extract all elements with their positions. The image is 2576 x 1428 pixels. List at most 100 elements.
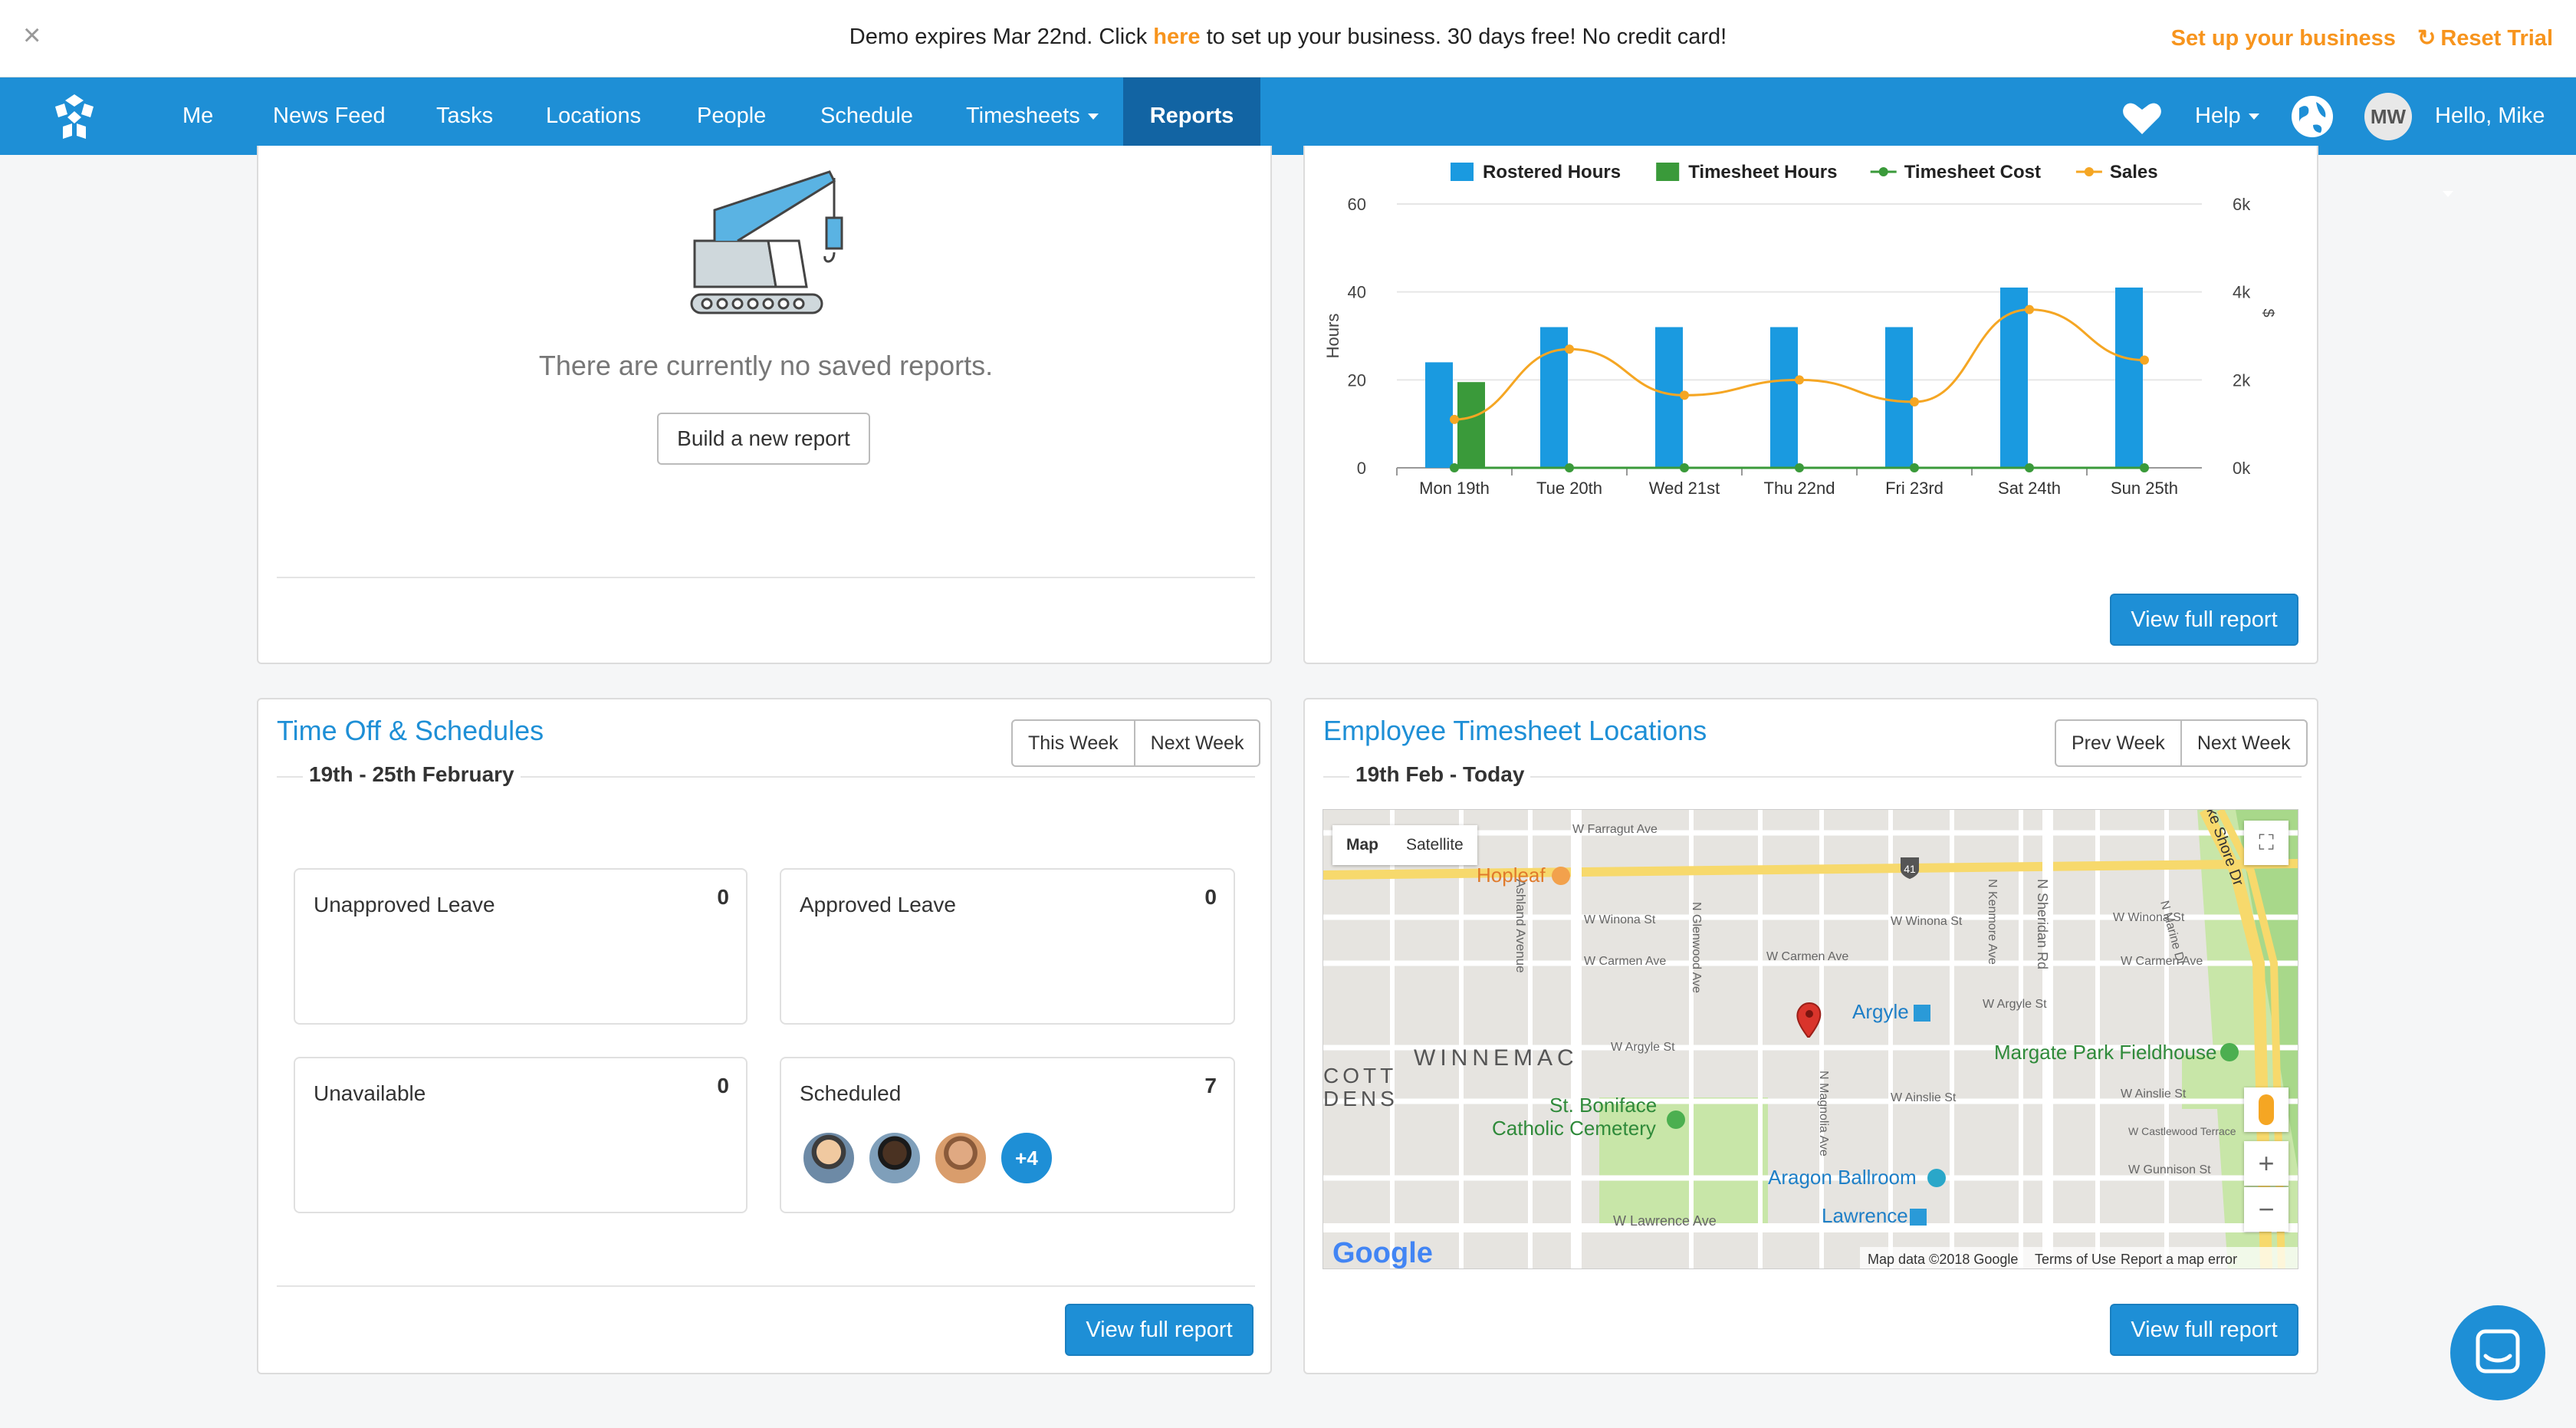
nav-news-feed[interactable]: News Feed: [251, 77, 407, 155]
employee-avatar[interactable]: [867, 1130, 922, 1186]
map-streets: W Farragut Ave W Winona St W Winona St W…: [1323, 810, 2298, 1268]
heart-icon[interactable]: [2122, 102, 2162, 136]
street-label: W Winona St: [1891, 915, 1963, 928]
x-tick-label: Mon 19th: [1419, 479, 1490, 498]
satellite-tab[interactable]: Satellite: [1392, 825, 1477, 865]
place-label: COTT: [1323, 1064, 1397, 1087]
map-tab[interactable]: Map: [1332, 825, 1392, 865]
place-label: WINNEMAC: [1414, 1045, 1579, 1071]
view-full-report-button[interactable]: View full report: [2110, 1304, 2298, 1356]
street-label: W Argyle St: [1611, 1041, 1675, 1054]
approved-leave-card[interactable]: Approved Leave 0: [780, 868, 1235, 1025]
legend-label: Sales: [2110, 162, 2158, 183]
point-sales: [1910, 397, 1919, 406]
y-tick-label: 60: [1348, 195, 1366, 214]
street-label: W Ainslie St: [1891, 1091, 1957, 1104]
date-range: 19th Feb - Today: [1349, 762, 1531, 787]
divider: [277, 577, 1255, 578]
saved-reports-panel: There are currently no saved reports. Bu…: [257, 146, 1272, 664]
x-tick-label: Wed 21st: [1649, 479, 1720, 498]
point-sales: [1795, 375, 1804, 385]
globe-icon[interactable]: [2290, 94, 2334, 139]
nav-locations[interactable]: Locations: [524, 77, 662, 155]
street-label: W Lawrence Ave: [1613, 1213, 1717, 1229]
employee-avatar[interactable]: [933, 1130, 988, 1186]
point-timesheet-cost: [2140, 463, 2149, 472]
more-employees-badge[interactable]: +4: [999, 1130, 1054, 1186]
unapproved-leave-card[interactable]: Unapproved Leave 0: [294, 868, 748, 1025]
app-logo-icon[interactable]: [49, 93, 100, 140]
zoom-in-button[interactable]: +: [2244, 1141, 2288, 1186]
bar-rostered-hours: [2000, 287, 2028, 468]
chat-launcher-button[interactable]: [2450, 1305, 2545, 1400]
y2-tick-label: 2k: [2233, 370, 2251, 390]
nav-help[interactable]: Help: [2174, 77, 2281, 155]
place-label: Margate Park Fieldhouse: [1994, 1041, 2216, 1064]
map-type-toggle: Map Satellite: [1332, 825, 1477, 865]
employee-avatar[interactable]: [801, 1130, 856, 1186]
point-timesheet-cost: [1565, 463, 1574, 472]
street-label: N Sheridan Rd: [2035, 879, 2050, 969]
here-link[interactable]: here: [1153, 25, 1200, 49]
point-timesheet-cost: [2025, 463, 2034, 472]
street-view-pegman-icon[interactable]: [2244, 1087, 2288, 1132]
street-label: N Glenwood Ave: [1690, 902, 1703, 993]
y-axis-label: Hours: [1323, 314, 1342, 359]
restaurant-pin-icon: [1552, 867, 1570, 885]
point-sales: [1680, 390, 1689, 400]
prev-week-button[interactable]: Prev Week: [2056, 721, 2180, 765]
view-full-report-button[interactable]: View full report: [1065, 1304, 1254, 1356]
street-label: W Argyle St: [1983, 998, 2047, 1011]
hours-chart: 0 20 40 60 0k 2k 4k 6k Hours $ Mon 19th Tue 20th Wed…: [1323, 162, 2276, 498]
nav-people[interactable]: People: [675, 77, 787, 155]
x-tick-label: Sat 24th: [1998, 479, 2061, 498]
nav-timesheets[interactable]: Timesheets: [945, 77, 1120, 155]
reset-trial-link[interactable]: ↻ Reset Trial: [2417, 26, 2553, 51]
y-tick-label: 0: [1357, 459, 1366, 478]
panel-title: Employee Timesheet Locations: [1323, 715, 1707, 746]
point-timesheet-cost: [1910, 463, 1919, 472]
view-full-report-button[interactable]: View full report: [2110, 594, 2298, 646]
x-tick-label: Tue 20th: [1536, 479, 1602, 498]
nav-tasks[interactable]: Tasks: [415, 77, 514, 155]
bar-rostered-hours: [1655, 327, 1683, 468]
point-sales: [2140, 355, 2149, 365]
street-label: W Carmen Ave: [1584, 955, 1666, 968]
date-range: 19th - 25th February: [303, 762, 521, 787]
time-off-panel: Time Off & Schedules This Week Next Week…: [257, 698, 1272, 1374]
place-label: Argyle: [1852, 1000, 1909, 1023]
this-week-button[interactable]: This Week: [1013, 721, 1134, 765]
fullscreen-icon[interactable]: ⛶: [2244, 821, 2288, 865]
demo-banner: × Demo expires Mar 22nd. Click here to s…: [0, 0, 2576, 77]
map-view[interactable]: W Farragut Ave W Winona St W Winona St W…: [1322, 809, 2298, 1269]
nav-me[interactable]: Me: [161, 77, 235, 155]
build-report-button[interactable]: Build a new report: [657, 413, 870, 465]
place-label: St. Boniface: [1549, 1094, 1657, 1117]
chevron-down-icon: [2443, 191, 2453, 198]
nav-reports[interactable]: Reports: [1123, 77, 1260, 155]
next-week-button[interactable]: Next Week: [1133, 721, 1260, 765]
next-week-button[interactable]: Next Week: [2180, 721, 2306, 765]
unavailable-card[interactable]: Unavailable 0: [294, 1057, 748, 1213]
zoom-out-button[interactable]: −: [2244, 1187, 2288, 1232]
legend-swatch: [1451, 163, 1474, 181]
legend-swatch: [1656, 163, 1680, 181]
count: 0: [1204, 885, 1217, 909]
street-label: N Kenmore Ave: [1986, 879, 1999, 965]
nav-schedule[interactable]: Schedule: [799, 77, 935, 155]
chevron-down-icon: [2248, 114, 2259, 120]
panel-title: Time Off & Schedules: [277, 715, 544, 746]
user-avatar[interactable]: MW: [2364, 93, 2412, 140]
setup-business-link[interactable]: Set up your business: [2171, 26, 2396, 51]
scheduled-card[interactable]: Scheduled 7 +4: [780, 1057, 1235, 1213]
y-tick-label: 20: [1348, 370, 1366, 390]
count: 0: [717, 1074, 729, 1097]
venue-pin-icon: [1927, 1169, 1946, 1187]
place-label: Aragon Ballroom: [1768, 1166, 1917, 1189]
street-label: W Carmen Ave: [2121, 955, 2203, 968]
week-toggle: This Week Next Week: [1011, 719, 1261, 767]
count: 0: [717, 885, 729, 909]
park-pin-icon: [2220, 1043, 2239, 1061]
user-menu[interactable]: Hello, Mike: [2413, 77, 2576, 198]
legend-label: Rostered Hours: [1483, 162, 1621, 183]
